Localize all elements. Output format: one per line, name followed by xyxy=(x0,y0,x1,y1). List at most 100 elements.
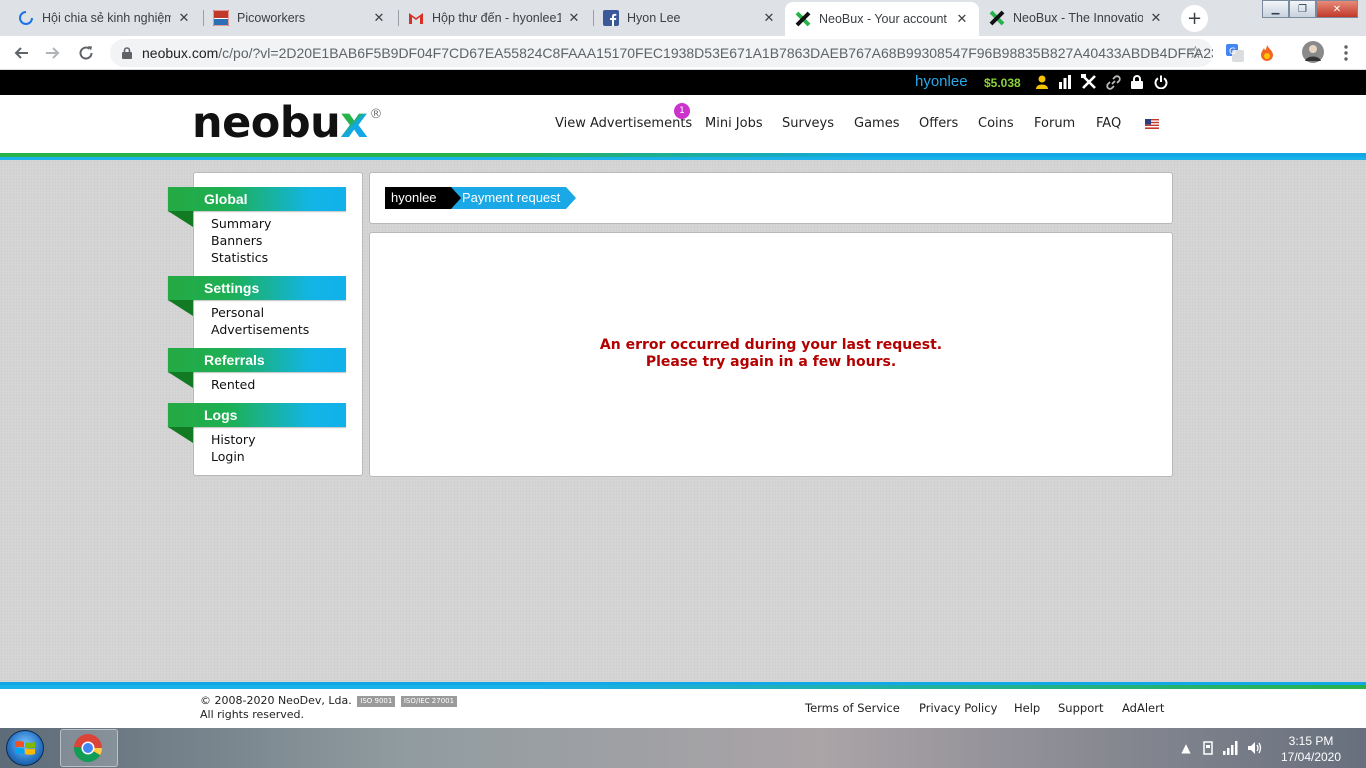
ribbon-fold xyxy=(168,427,193,443)
nav-view-advertisements[interactable]: View Advertisements xyxy=(555,116,692,131)
volume-icon[interactable] xyxy=(1246,739,1264,757)
window-controls: ▁ ❐ ✕ xyxy=(1262,0,1358,18)
rights-text: All rights reserved. xyxy=(200,708,305,721)
footer-link-support[interactable]: Support xyxy=(1058,701,1103,715)
sidebar-item-advertisements[interactable]: Advertisements xyxy=(211,322,309,337)
maximize-button[interactable]: ❐ xyxy=(1289,0,1316,18)
close-icon[interactable]: ✕ xyxy=(762,11,776,26)
bookmark-star-icon[interactable]: ☆ xyxy=(1188,43,1203,63)
tab-title: Hội chia sẻ kinh nghiệm xyxy=(42,11,171,25)
forward-arrow-icon[interactable] xyxy=(42,42,64,64)
error-line-1: An error occurred during your last reque… xyxy=(599,337,943,353)
back-arrow-icon[interactable] xyxy=(10,42,32,64)
signal-strength-icon[interactable] xyxy=(1222,739,1240,757)
sidebar-item-rented[interactable]: Rented xyxy=(211,377,255,392)
nav-games[interactable]: Games xyxy=(854,116,899,131)
footer-link-help[interactable]: Help xyxy=(1014,701,1040,715)
error-message: An error occurred during your last reque… xyxy=(369,337,1173,371)
iso-badge: ISO 9001 xyxy=(357,696,396,707)
browser-tab-active[interactable]: NeoBux - Your account ✕ xyxy=(785,2,979,36)
svg-text:G: G xyxy=(1229,47,1236,57)
close-icon[interactable]: ✕ xyxy=(372,11,386,26)
nav-mini-jobs[interactable]: Mini Jobs xyxy=(705,116,763,131)
close-icon[interactable]: ✕ xyxy=(567,11,581,26)
browser-tab[interactable]: NeoBux - The Innovation ✕ xyxy=(979,4,1173,32)
sidebar-item-banners[interactable]: Banners xyxy=(211,233,262,248)
windows-taskbar: ▲ 3:15 PM 17/04/2020 xyxy=(0,728,1366,768)
ads-count-badge: 1 xyxy=(674,103,690,119)
sidebar-section-global: Global xyxy=(168,187,346,211)
footer-link-adalert[interactable]: AdAlert xyxy=(1122,701,1164,715)
browser-tab-strip: Hội chia sẻ kinh nghiệm ✕ Picoworkers ✕ … xyxy=(0,0,1366,36)
profile-avatar[interactable] xyxy=(1302,41,1324,63)
footer-link-privacy[interactable]: Privacy Policy xyxy=(919,701,997,715)
error-line-2: Please try again in a few hours. xyxy=(645,354,897,370)
us-flag-icon[interactable] xyxy=(1145,119,1159,129)
window-close-button[interactable]: ✕ xyxy=(1316,0,1358,18)
google-translate-icon[interactable]: G xyxy=(1226,44,1244,62)
tab-title: Picoworkers xyxy=(237,11,306,25)
loading-spinner-icon xyxy=(18,10,34,26)
facebook-icon xyxy=(603,10,619,26)
sidebar-item-statistics[interactable]: Statistics xyxy=(211,250,268,265)
picoworkers-icon xyxy=(213,10,229,26)
tools-icon[interactable] xyxy=(1081,74,1097,90)
browser-toolbar: neobux.com /c/po/?vl=2D20E1BAB6F5B9DF04F… xyxy=(0,36,1366,70)
browser-tab[interactable]: Hộp thư đến - hyonlee1 ✕ xyxy=(398,4,591,32)
minimize-button[interactable]: ▁ xyxy=(1262,0,1289,18)
copyright: © 2008-2020 NeoDev, Lda. ISO 9001 ISO/IE… xyxy=(200,694,458,722)
user-bar: hyonlee $5.038 xyxy=(0,70,1366,95)
extension-fire-icon[interactable] xyxy=(1258,44,1276,62)
sidebar-section-referrals: Referrals xyxy=(168,348,346,372)
clock-time: 3:15 PM xyxy=(1288,734,1334,748)
breadcrumb-user[interactable]: hyonlee xyxy=(385,187,461,209)
lock-icon xyxy=(122,47,132,59)
tab-title: Hyon Lee xyxy=(627,11,681,25)
nav-forum[interactable]: Forum xyxy=(1034,116,1075,131)
nav-surveys[interactable]: Surveys xyxy=(782,116,834,131)
logout-power-icon[interactable] xyxy=(1153,74,1169,90)
ribbon-fold xyxy=(168,300,193,316)
browser-tab[interactable]: Picoworkers ✕ xyxy=(203,4,396,32)
site-footer: © 2008-2020 NeoDev, Lda. ISO 9001 ISO/IE… xyxy=(0,689,1366,728)
reload-icon[interactable] xyxy=(75,42,97,64)
ribbon-fold xyxy=(168,372,193,388)
username-link[interactable]: hyonlee xyxy=(915,73,968,90)
kebab-menu-icon[interactable] xyxy=(1337,44,1355,62)
footer-stripe xyxy=(0,682,1366,689)
neobux-icon xyxy=(795,11,811,27)
sidebar-item-summary[interactable]: Summary xyxy=(211,216,271,231)
network-device-icon[interactable] xyxy=(1199,739,1217,757)
tab-title: Hộp thư đến - hyonlee1 xyxy=(432,11,561,25)
show-hidden-icons[interactable]: ▲ xyxy=(1177,739,1195,757)
system-clock[interactable]: 3:15 PM 17/04/2020 xyxy=(1276,733,1346,765)
close-icon[interactable]: ✕ xyxy=(1149,11,1163,26)
nav-coins[interactable]: Coins xyxy=(978,116,1014,131)
nav-offers[interactable]: Offers xyxy=(919,116,958,131)
clock-date: 17/04/2020 xyxy=(1280,750,1342,764)
sidebar-item-personal[interactable]: Personal xyxy=(211,305,264,320)
sidebar-section-settings: Settings xyxy=(168,276,346,300)
copyright-text: © 2008-2020 NeoDev, Lda. xyxy=(200,694,352,707)
close-icon[interactable]: ✕ xyxy=(177,11,191,26)
close-icon[interactable]: ✕ xyxy=(955,12,969,27)
sidebar-section-logs: Logs xyxy=(168,403,346,427)
neobux-icon xyxy=(989,10,1005,26)
browser-tab[interactable]: Hyon Lee ✕ xyxy=(593,4,786,32)
breadcrumb-current-page: Payment request xyxy=(448,187,577,209)
footer-link-terms[interactable]: Terms of Service xyxy=(805,701,900,715)
sidebar-item-login[interactable]: Login xyxy=(211,449,245,464)
new-tab-button[interactable]: + xyxy=(1181,5,1208,32)
lock-icon[interactable] xyxy=(1129,74,1145,90)
referral-link-icon[interactable] xyxy=(1105,74,1121,90)
tab-title: NeoBux - Your account xyxy=(819,12,947,26)
address-bar[interactable]: neobux.com /c/po/?vl=2D20E1BAB6F5B9DF04F… xyxy=(110,39,1213,67)
user-account-icon[interactable] xyxy=(1034,74,1050,90)
browser-tab[interactable]: Hội chia sẻ kinh nghiệm ✕ xyxy=(8,4,201,32)
statistics-icon[interactable] xyxy=(1057,74,1073,90)
iso-badge: ISO/IEC 27001 xyxy=(400,696,458,707)
sidebar-item-history[interactable]: History xyxy=(211,432,255,447)
nav-faq[interactable]: FAQ xyxy=(1096,116,1121,131)
gmail-icon xyxy=(408,10,424,26)
tab-title: NeoBux - The Innovation xyxy=(1013,11,1143,25)
